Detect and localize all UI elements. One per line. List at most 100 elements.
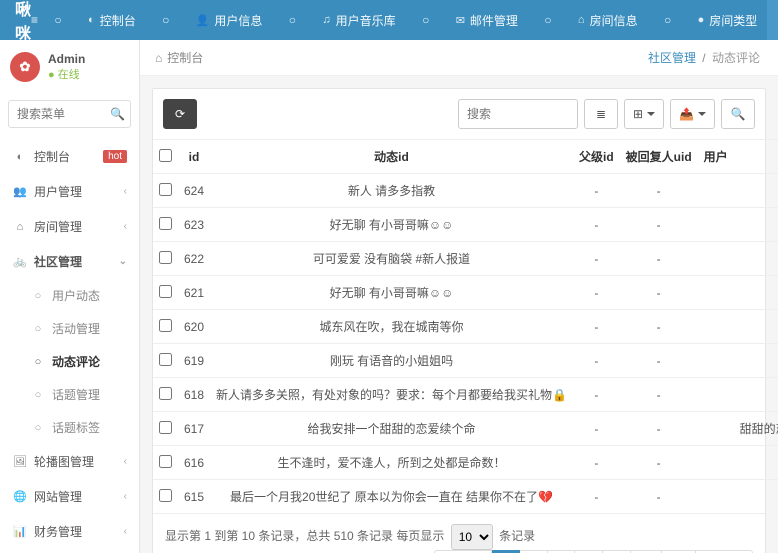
- sub-label: 动态评论: [52, 353, 100, 370]
- sidebar-sub-3-4[interactable]: ○话题标签: [0, 411, 139, 444]
- cell-id: 623: [178, 208, 210, 242]
- cell-ruid: -: [620, 412, 698, 446]
- page-size-select[interactable]: 10: [451, 524, 493, 550]
- th-content[interactable]: 评论内容: [734, 140, 778, 174]
- row-checkbox[interactable]: [159, 183, 172, 196]
- row-checkbox[interactable]: [159, 387, 172, 400]
- cell-ruid: -: [620, 276, 698, 310]
- data-table: id 动态id 父级id 被回复人uid 用户 评论内容 点赞数 624新人 请…: [153, 139, 778, 513]
- row-checkbox[interactable]: [159, 455, 172, 468]
- breadcrumb-group[interactable]: 社区管理: [648, 51, 696, 65]
- link-icon: ⌂: [578, 14, 585, 26]
- cell-dynamic: 刚玩 有语音的小姐姐吗: [210, 344, 573, 378]
- row-checkbox[interactable]: [159, 421, 172, 434]
- cell-id: 620: [178, 310, 210, 344]
- cell-pid: -: [573, 208, 620, 242]
- top-link-5[interactable]: ●房间类型: [688, 0, 768, 40]
- cell-dynamic: 新人请多多关照，有处对象的吗？要求：每个月都要给我买礼物🔒: [210, 378, 573, 412]
- breadcrumb-home[interactable]: 控制台: [167, 49, 203, 66]
- dropdown-menu-icon[interactable]: ≡: [767, 0, 778, 40]
- link-icon: 👤: [196, 14, 210, 27]
- sidebar-sub-3-3[interactable]: ○话题管理: [0, 378, 139, 411]
- link-icon: ●: [698, 14, 705, 26]
- menu-toggle-icon[interactable]: ≡: [31, 0, 38, 40]
- link-label: 邮件管理: [470, 12, 518, 29]
- sidebar-search: 🔍: [0, 94, 139, 134]
- table-footer: 显示第 1 到第 10 条记录，总共 510 条记录 每页显示 10 条记录 上…: [153, 513, 765, 553]
- sub-icon: ○: [30, 389, 46, 401]
- row-checkbox[interactable]: [159, 319, 172, 332]
- sidebar-item-4[interactable]: 🖼轮播图管理‹: [0, 444, 139, 479]
- search-input[interactable]: [458, 99, 578, 129]
- main: ⌂ 控制台 社区管理 / 动态评论 ⟳ ≣ ⊞ 📤 🔍 id 动态id 父级id: [140, 40, 778, 553]
- sidebar-item-6[interactable]: 📊财务管理‹: [0, 514, 139, 549]
- sidebar-search-input[interactable]: [8, 100, 131, 128]
- row-checkbox[interactable]: [159, 353, 172, 366]
- cell-dynamic: 可可爱爱 没有脑袋 #新人报道: [210, 242, 573, 276]
- export-button[interactable]: 📤: [670, 99, 715, 129]
- cell-content: 你好呀: [734, 446, 778, 480]
- cell-user: [698, 310, 734, 344]
- search-button[interactable]: 🔍: [721, 99, 755, 129]
- cell-id: 619: [178, 344, 210, 378]
- cell-id: 624: [178, 174, 210, 208]
- th-user[interactable]: 用户: [698, 140, 734, 174]
- sidebar-avatar: ✿: [10, 52, 40, 82]
- row-checkbox[interactable]: [159, 217, 172, 230]
- table-row: 616生不逢时，爱不逢人，所到之处都是命数！--你好呀0: [153, 446, 778, 480]
- cell-dynamic: 新人 请多多指教: [210, 174, 573, 208]
- link-icon: ♫: [322, 14, 330, 26]
- th-parent-id[interactable]: 父级id: [573, 140, 620, 174]
- row-checkbox[interactable]: [159, 251, 172, 264]
- sidebar-item-0[interactable]: ◐控制台hot: [0, 139, 139, 174]
- row-checkbox[interactable]: [159, 489, 172, 502]
- table-row: 620城东风在吹，我在城南等你--小姐姐0: [153, 310, 778, 344]
- sidebar-item-7[interactable]: 🔍搜索管理‹: [0, 549, 139, 553]
- chevron-icon: ‹: [124, 491, 127, 502]
- th-dynamic[interactable]: 动态id: [210, 140, 573, 174]
- cell-ruid: -: [620, 310, 698, 344]
- top-link-4[interactable]: ⌂房间信息: [568, 0, 648, 40]
- menu-label: 轮播图管理: [34, 453, 94, 470]
- sidebar: ✿ Admin 在线 🔍 ◐控制台hot👥用户管理‹⌂房间管理‹🚲社区管理⌄○用…: [0, 40, 140, 553]
- top-link-2[interactable]: ♫用户音乐库: [312, 0, 405, 40]
- table-row: 618新人请多多关照，有处对象的吗？要求：每个月都要给我买礼物🔒--不错0: [153, 378, 778, 412]
- sidebar-item-5[interactable]: 🌐 网站管理 ‹: [0, 479, 139, 514]
- cell-id: 618: [178, 378, 210, 412]
- cell-dynamic: 最后一个月我20世纪了 原本以为你会一直在 结果你不在了💔: [210, 480, 573, 514]
- link-label: 控制台: [100, 12, 136, 29]
- grid-view-button[interactable]: ⊞: [624, 99, 664, 129]
- table-row: 617给我安排一个甜甜的恋爱续个命--甜甜的恋爱没有，爆炸式的恋爱，你要吗？0: [153, 412, 778, 446]
- row-checkbox[interactable]: [159, 285, 172, 298]
- cell-user: [698, 480, 734, 514]
- sidebar-sub-3-2[interactable]: ○动态评论: [0, 345, 139, 378]
- top-link-0[interactable]: ◐控制台: [78, 0, 146, 40]
- cell-content: ❤: [734, 344, 778, 378]
- cell-id: 617: [178, 412, 210, 446]
- sub-label: 话题标签: [52, 419, 100, 436]
- sidebar-sub-3-0[interactable]: ○用户动态: [0, 279, 139, 312]
- sidebar-item-3[interactable]: 🚲社区管理⌄: [0, 244, 139, 279]
- top-link-3[interactable]: ✉邮件管理: [446, 0, 528, 40]
- sub-label: 活动管理: [52, 320, 100, 337]
- th-reply-uid[interactable]: 被回复人uid: [620, 140, 698, 174]
- cell-ruid: -: [620, 174, 698, 208]
- sidebar-item-2[interactable]: ⌂房间管理‹: [0, 209, 139, 244]
- sub-label: 用户动态: [52, 287, 100, 304]
- table-row: 624新人 请多多指教--漂亮的婚纱…0: [153, 174, 778, 208]
- menu-label: 网站管理: [34, 488, 82, 505]
- cell-content: 不错: [734, 378, 778, 412]
- sidebar-item-1[interactable]: 👥用户管理‹: [0, 174, 139, 209]
- top-link-1[interactable]: 👤用户信息: [186, 0, 273, 40]
- menu-label: 房间管理: [34, 218, 82, 235]
- cell-content: 在比: [734, 276, 778, 310]
- refresh-button[interactable]: ⟳: [163, 99, 197, 129]
- list-view-button[interactable]: ≣: [584, 99, 618, 129]
- sidebar-sub-3-1[interactable]: ○活动管理: [0, 312, 139, 345]
- cell-dynamic: 生不逢时，爱不逢人，所到之处都是命数！: [210, 446, 573, 480]
- cell-dynamic: 好无聊 有小哥哥嘛☺☺: [210, 208, 573, 242]
- select-all-checkbox[interactable]: [159, 149, 172, 162]
- menu-icon: 🌐: [12, 490, 28, 503]
- cell-ruid: -: [620, 446, 698, 480]
- th-id[interactable]: id: [178, 140, 210, 174]
